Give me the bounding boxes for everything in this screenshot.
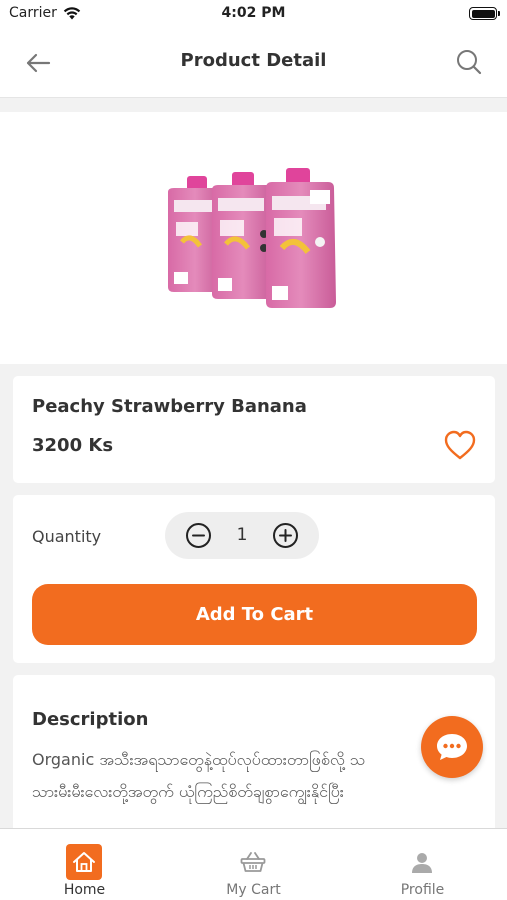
heart-outline-icon[interactable] xyxy=(443,429,477,461)
plus-circle-icon[interactable] xyxy=(272,522,299,549)
search-icon xyxy=(457,50,482,75)
battery-icon xyxy=(469,7,500,20)
product-name: Peachy Strawberry Banana xyxy=(32,396,307,417)
product-price: 3200 Ks xyxy=(32,435,114,456)
basket-icon xyxy=(240,852,266,872)
tab-my-cart[interactable]: My Cart xyxy=(169,829,338,900)
status-time: 4:02 PM xyxy=(221,5,286,21)
product-image-area xyxy=(0,112,507,364)
status-bar: Carrier 4:02 PM xyxy=(0,0,507,28)
minus-circle-icon[interactable] xyxy=(185,522,212,549)
tab-bar: Home My Cart Profile xyxy=(0,828,507,900)
chat-button[interactable] xyxy=(421,716,483,778)
tab-profile[interactable]: Profile xyxy=(338,829,507,900)
quantity-value: 1 xyxy=(236,525,248,545)
basket-icon-wrap xyxy=(235,844,271,880)
quantity-stepper: 1 xyxy=(165,512,319,559)
purchase-card: Quantity 1 Add To Cart xyxy=(13,495,495,663)
user-icon-wrap xyxy=(404,844,440,880)
quantity-label: Quantity xyxy=(32,527,102,546)
tab-my-cart-label: My Cart xyxy=(226,882,281,898)
description-line: သားမီးမီးလေးတို့အတွက် ယုံကြည်စိတ်ချစွာကျ… xyxy=(32,782,344,801)
header: Product Detail xyxy=(0,28,507,98)
add-to-cart-button[interactable]: Add To Cart xyxy=(32,584,477,645)
chat-bubble-icon xyxy=(437,734,467,760)
tab-profile-label: Profile xyxy=(400,882,445,898)
page-title: Product Detail xyxy=(180,50,327,71)
product-info-card: Peachy Strawberry Banana 3200 Ks xyxy=(13,376,495,483)
user-icon xyxy=(412,853,432,873)
description-text: Organic အသီးအရသာတွေနဲ့ထုပ်လုပ်ထားတာဖြစ်လ… xyxy=(32,744,477,808)
tab-home-label: Home xyxy=(63,882,106,898)
description-title: Description xyxy=(32,709,149,730)
product-image xyxy=(168,168,336,308)
home-icon xyxy=(73,852,95,872)
description-line: Organic အသီးအရသာတွေနဲ့ထုပ်လုပ်ထားတာဖြစ်လ… xyxy=(32,750,366,769)
home-icon-wrap xyxy=(66,844,102,880)
tab-home[interactable]: Home xyxy=(0,829,169,900)
search-button[interactable] xyxy=(453,46,485,78)
